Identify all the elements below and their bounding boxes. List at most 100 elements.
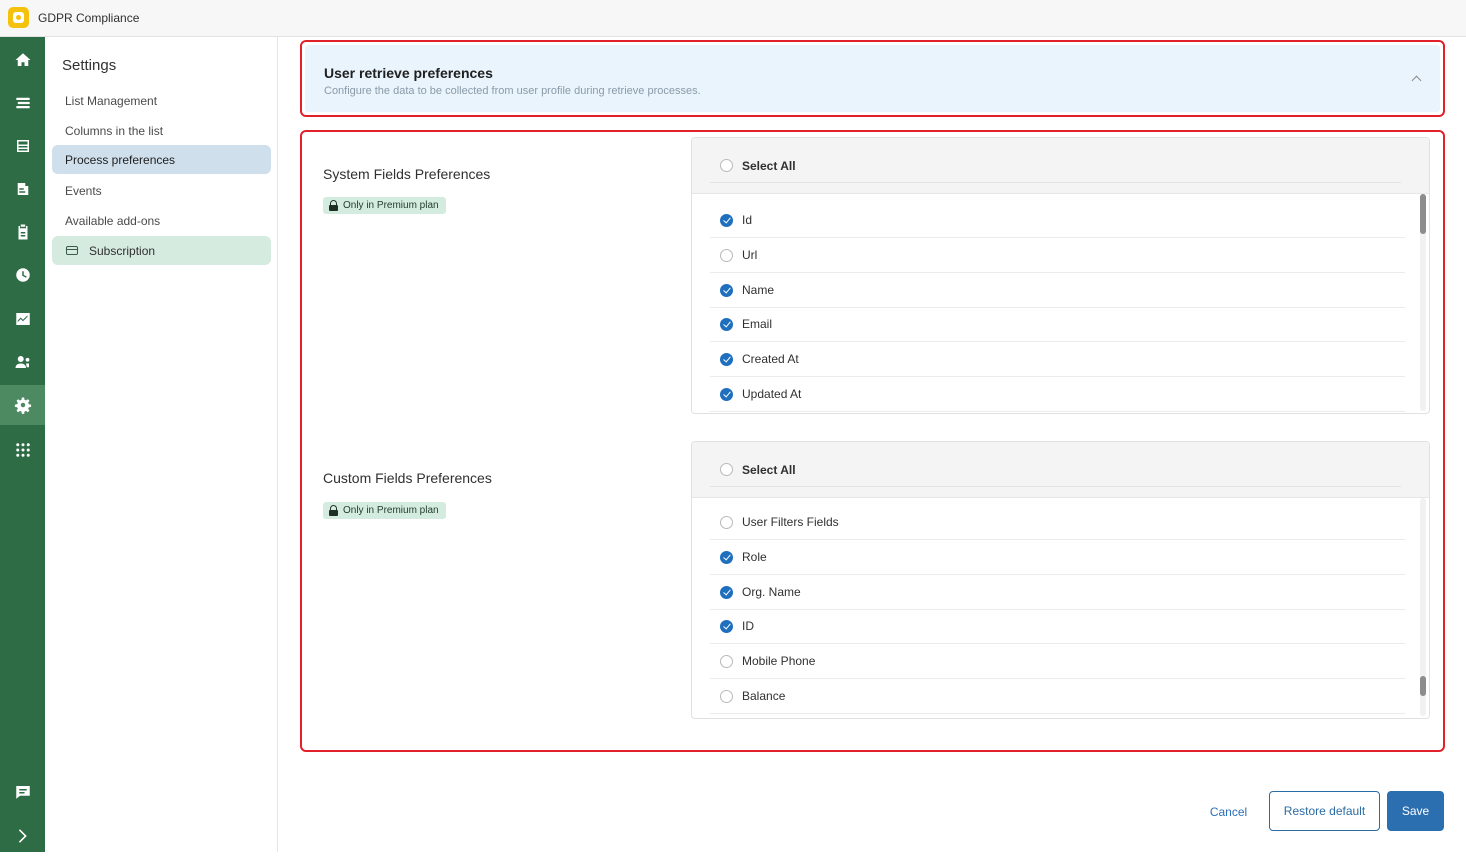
- field-label: Created At: [742, 352, 799, 366]
- rail-database-button[interactable]: [0, 126, 45, 166]
- rail-expand-button[interactable]: [0, 816, 45, 856]
- system-select-all[interactable]: Select All: [710, 148, 1405, 183]
- lock-icon: [329, 505, 338, 516]
- premium-badge: Only in Premium plan: [323, 197, 446, 214]
- field-row[interactable]: ID: [710, 609, 1405, 644]
- nav-item-process-preferences[interactable]: Process preferences: [52, 145, 271, 174]
- lock-icon: [329, 200, 338, 211]
- checkbox[interactable]: [720, 463, 733, 476]
- chevron-up-icon[interactable]: [1411, 75, 1422, 86]
- chat-icon: [15, 786, 30, 799]
- premium-badge-label: Only in Premium plan: [343, 505, 439, 516]
- field-label: User Filters Fields: [742, 515, 839, 529]
- app-title: GDPR Compliance: [38, 11, 140, 25]
- gear-icon: [14, 397, 31, 414]
- scrollbar-thumb[interactable]: [1420, 194, 1426, 234]
- rail-requests-button[interactable]: [0, 169, 45, 209]
- retrieve-preferences-header[interactable]: User retrieve preferences Configure the …: [300, 40, 1445, 117]
- checkbox[interactable]: [720, 619, 733, 633]
- premium-badge: Only in Premium plan: [323, 502, 446, 519]
- field-label: Url: [742, 248, 758, 262]
- checkbox[interactable]: [720, 352, 733, 366]
- nav-item-subscription[interactable]: Subscription: [52, 236, 271, 265]
- checkbox[interactable]: [720, 585, 733, 599]
- checkbox[interactable]: [720, 689, 733, 703]
- select-all-label: Select All: [742, 462, 796, 477]
- checkbox[interactable]: [720, 213, 733, 227]
- nav-item-label: Available add-ons: [65, 213, 161, 228]
- checkbox[interactable]: [720, 387, 733, 401]
- rail-clock-button[interactable]: [0, 255, 45, 295]
- field-label: Name: [742, 283, 775, 297]
- checkbox[interactable]: [720, 317, 733, 331]
- preferences-body: System Fields Preferences Only in Premiu…: [300, 130, 1445, 752]
- system-fields-panel: Select All Id Url Name Email Created At …: [691, 137, 1430, 414]
- rail-settings-button[interactable]: [0, 385, 45, 425]
- title-bar: GDPR Compliance: [0, 0, 1466, 37]
- field-row[interactable]: User Filters Fields: [710, 505, 1405, 540]
- layers-icon: [15, 97, 30, 109]
- field-row[interactable]: Created At: [710, 342, 1405, 377]
- field-row[interactable]: Email: [710, 307, 1405, 342]
- checkbox[interactable]: [720, 654, 733, 668]
- checkbox[interactable]: [720, 159, 733, 172]
- clock-icon: [15, 268, 30, 282]
- field-row[interactable]: Url: [710, 238, 1405, 273]
- scrollbar-thumb[interactable]: [1420, 676, 1426, 696]
- checkbox[interactable]: [720, 515, 733, 529]
- nav-item-list-management[interactable]: List Management: [52, 86, 271, 115]
- field-label: Balance: [742, 689, 786, 703]
- sidenav-title: Settings: [62, 57, 117, 74]
- scrollbar[interactable]: [1420, 498, 1426, 716]
- checkbox[interactable]: [720, 248, 733, 262]
- nav-item-label: List Management: [65, 93, 158, 108]
- field-label: Email: [742, 317, 773, 331]
- premium-badge-label: Only in Premium plan: [343, 200, 439, 211]
- chevron-right-icon: [18, 829, 27, 843]
- checkbox[interactable]: [720, 283, 733, 297]
- select-all-label: Select All: [742, 158, 796, 173]
- system-fields-title: System Fields Preferences: [323, 166, 491, 182]
- save-button[interactable]: Save: [1387, 791, 1444, 831]
- field-row[interactable]: Balance: [710, 679, 1405, 714]
- section-title: User retrieve preferences: [324, 65, 493, 81]
- app-logo-icon: [8, 7, 29, 28]
- field-label: Updated At: [742, 387, 802, 401]
- rail-apps-button[interactable]: [0, 430, 45, 470]
- rail-layers-button[interactable]: [0, 83, 45, 123]
- field-label: ID: [742, 619, 754, 633]
- field-row[interactable]: Mobile Phone: [710, 644, 1405, 679]
- rail-clipboard-button[interactable]: [0, 212, 45, 252]
- nav-item-available-add-ons[interactable]: Available add-ons: [52, 206, 271, 235]
- users-icon: [15, 356, 29, 368]
- nav-item-events[interactable]: Events: [52, 176, 271, 205]
- custom-fields-panel: Select All User Filters Fields Role Org.…: [691, 441, 1430, 719]
- rail-users-button[interactable]: [0, 342, 45, 382]
- rail-home-button[interactable]: [0, 40, 45, 80]
- field-row[interactable]: Updated At: [710, 377, 1405, 412]
- nav-item-label: Columns in the list: [65, 123, 164, 138]
- restore-default-button[interactable]: Restore default: [1269, 791, 1380, 831]
- rail-chat-button[interactable]: [0, 772, 45, 812]
- field-row[interactable]: Role: [710, 540, 1405, 575]
- field-row[interactable]: Org. Name: [710, 575, 1405, 610]
- credit-card-icon: [66, 246, 78, 255]
- settings-sidenav: Settings List Management Columns in the …: [45, 37, 278, 852]
- clipboard-icon: [18, 224, 27, 240]
- scrollbar[interactable]: [1420, 194, 1426, 411]
- field-label: Mobile Phone: [742, 654, 816, 668]
- nav-item-columns-in-list[interactable]: Columns in the list: [52, 116, 271, 145]
- nav-item-label: Subscription: [89, 243, 156, 258]
- icon-rail: [0, 37, 45, 852]
- field-row[interactable]: Id: [710, 203, 1405, 238]
- checkbox[interactable]: [720, 550, 733, 564]
- custom-select-all[interactable]: Select All: [710, 452, 1405, 487]
- chart-icon: [15, 313, 30, 325]
- rail-chart-button[interactable]: [0, 299, 45, 339]
- home-icon: [15, 53, 30, 66]
- cancel-button[interactable]: Cancel: [1197, 795, 1260, 828]
- field-label: Id: [742, 213, 753, 227]
- section-subtitle: Configure the data to be collected from …: [324, 85, 701, 97]
- nav-item-label: Events: [65, 183, 102, 198]
- field-row[interactable]: Name: [710, 273, 1405, 308]
